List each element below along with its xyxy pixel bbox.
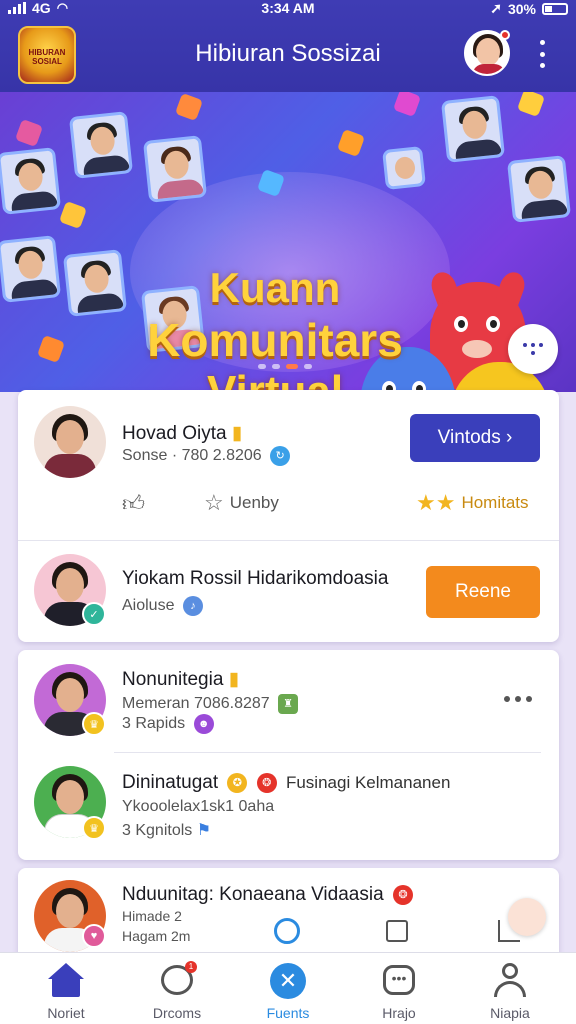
sticker-icon: ☻ [193,714,214,734]
member-photo [506,155,572,223]
list-item-tag: Fusinagi Kelmananen [285,773,451,792]
nav-events-label: Fuents [266,1005,310,1021]
star-outline-icon: ☆ [204,490,224,515]
list-item-name[interactable]: Nonunitegia ▮ [122,668,239,691]
flag-icon: ⚑ [196,822,212,839]
app-header: 4G ◠ 3:34 AM ➚ 30% HIBURAN SOSIAL Hibiur… [0,0,576,92]
avatar[interactable] [34,406,106,478]
heart-badge-icon: ♥ [82,924,106,948]
list-item-sub-text: 3 Rapids [122,715,186,733]
list-item-sub: 3 Rapids ☻ [122,714,214,734]
list-item-meta: Himade 2 [122,908,182,924]
community-list-card: ♛ Nonunitegia ▮ Memeran 7086.8287 ♜ 3 Ra… [18,650,559,860]
banner-title-line3: Virtual [206,367,344,392]
list-item-name[interactable]: Nduunitag: Konaeana Vidaasia ❂ [122,884,413,906]
notification-dot [500,30,510,40]
like-button[interactable]: 👍︎ [122,490,145,517]
list-item-sub: 3 Kgnitols ⚑ [122,820,211,840]
rate-button[interactable]: ☆ Uenby [204,490,279,516]
profile-icon [490,961,530,1001]
featured-card: Hovad Oiyta ▮ Sonse · 780 2.8206 ↻ Vinto… [18,390,559,642]
nav-chats-label: Drcoms [152,1005,202,1021]
list-item-name-text: Nonunitegia [122,669,224,690]
community-name[interactable]: Yiokam Rossil Hidarikomdoasia [122,568,388,590]
nav-events[interactable]: ✕ Fuents [233,961,343,1021]
nav-messages[interactable]: ••• Hrajo [344,961,454,1021]
join-button[interactable]: Reene [426,566,540,618]
profile-fab-icon[interactable] [508,898,546,936]
fire-icon: ❂ [392,884,413,905]
location-icon: ➚ [490,0,502,16]
member-photo [0,147,62,215]
member-photo [142,135,208,203]
rate-label: Uenby [229,493,279,512]
primary-action-label: Vintods [437,427,501,448]
music-note-icon: ♪ [182,596,203,616]
favorites-label: Homitats [461,493,529,512]
list-item-meta-text: Memeran 7086.8287 [122,695,270,713]
list-item-name[interactable]: Dininatugat ✪ ❂ Fusinagi Kelmananen [122,772,450,794]
more-options-icon[interactable] [504,696,532,702]
bottom-navigation: Noriet 1 Drcoms ✕ Fuents ••• Hrajo Niapi… [0,952,576,1024]
list-item-name-text: Dininatugat [122,772,219,793]
thumbs-up-icon: 👍︎ [122,491,145,516]
nav-home-label: Noriet [47,1005,85,1021]
nav-chats[interactable]: 1 Drcoms [122,961,232,1021]
medal-icon: ✪ [227,772,248,793]
refresh-icon[interactable] [274,918,300,944]
events-icon: ✕ [268,961,308,1001]
message-icon: ••• [379,961,419,1001]
chat-bubble-icon: 1 [157,961,197,1001]
list-item-sub: Hagam 2m [122,928,191,944]
verified-icon: ▮ [228,669,240,690]
user-meta: Sonse · 780 2.8206 ↻ [122,446,291,466]
banner-title-line1: Kuann [209,264,341,311]
member-photo [0,235,62,303]
status-bar: 4G ◠ 3:34 AM ➚ 30% [0,0,576,20]
chat-fab-button[interactable] [508,324,558,374]
banner-title: Kuann Komunitars Virtual [120,262,430,392]
nav-home[interactable]: Noriet [11,961,121,1021]
user-name-text: Hovad Oiyta [122,423,227,444]
list-item-name-text: Nduunitag: Konaeana Vidaasia [122,884,384,905]
member-photo [440,95,506,163]
bag-icon[interactable] [386,920,408,942]
chat-badge: 1 [185,961,197,973]
primary-action-button[interactable]: Vintods › [410,414,540,462]
nav-profile-label: Niapia [490,1005,530,1021]
community-meta-text: Aioluse [122,597,175,615]
user-name[interactable]: Hovad Oiyta ▮ [122,422,242,445]
verified-badge-icon: ✓ [82,602,106,626]
favorites-badge[interactable]: ★★ Homitats [416,490,529,516]
crown-badge-icon: ♛ [82,816,106,840]
list-item-meta: Ykooolelax1sk1 0aha [122,798,275,815]
battery-icon [542,2,568,15]
banner-title-line2: Komunitars [147,314,403,366]
verified-icon: ▮ [231,423,243,444]
member-photo [62,249,128,317]
share-icon[interactable]: ↻ [270,446,291,466]
user-meta-text: Sonse · 780 2.8206 [122,447,262,465]
nav-profile[interactable]: Niapia [455,961,565,1021]
crown-badge-icon: ♛ [82,712,106,736]
battery-percent: 30% [507,0,536,17]
more-options-icon[interactable] [536,40,548,68]
member-photo [382,146,426,190]
community-meta: Aioluse ♪ [122,596,203,616]
trophy-icon: ♜ [278,694,299,714]
carousel-dots[interactable] [258,364,312,369]
nav-messages-label: Hrajo [382,1005,416,1021]
home-icon [46,961,86,1001]
member-photo [68,111,134,179]
fire-icon: ❂ [256,772,277,793]
list-item-sub-text: 3 Kgnitols [122,822,193,839]
list-item-meta: Memeran 7086.8287 ♜ [122,694,299,714]
star-icon: ★★ [416,490,456,515]
hero-banner[interactable]: Kuann Komunitars Virtual [0,92,576,392]
